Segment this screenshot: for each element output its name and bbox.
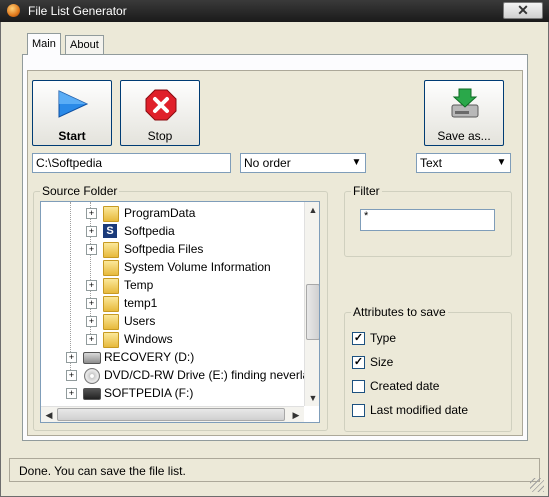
type-checkbox[interactable]: ✓	[352, 332, 365, 345]
scrollbar-thumb[interactable]	[57, 408, 285, 421]
save-disk-icon	[451, 88, 479, 118]
vertical-scrollbar[interactable]: ▲ ▼	[304, 202, 319, 406]
folder-icon	[103, 278, 119, 294]
filter-legend: Filter	[351, 184, 382, 198]
attribute-size-option[interactable]: ✓ Size	[352, 354, 502, 372]
app-icon	[7, 4, 20, 17]
window-title: File List Generator	[28, 4, 127, 18]
tree-item-softpedia-files[interactable]: + Softpedia Files	[41, 240, 304, 258]
expand-icon[interactable]: +	[66, 388, 77, 399]
tree-item-softpedia-drive[interactable]: + SOFTPEDIA (F:)	[41, 384, 304, 402]
tree-item-label: Softpedia	[124, 224, 175, 238]
tree-item-system-volume-information[interactable]: System Volume Information	[41, 258, 304, 276]
title-bar[interactable]: File List Generator ✕	[0, 0, 549, 22]
created-date-checkbox[interactable]	[352, 380, 365, 393]
tree-item-label: Windows	[124, 332, 173, 346]
tree-item-label: DVD/CD-RW Drive (E:) finding neverland	[104, 368, 304, 382]
tree-item-label: Softpedia Files	[124, 242, 204, 256]
scroll-down-icon[interactable]: ▼	[305, 390, 319, 406]
folder-icon	[103, 206, 119, 222]
stop-button[interactable]: Stop	[120, 80, 200, 146]
expand-icon[interactable]: +	[66, 352, 77, 363]
close-button[interactable]: ✕	[503, 2, 543, 19]
expand-icon[interactable]: +	[86, 298, 97, 309]
save-as-label: Save as...	[437, 129, 491, 143]
expand-icon[interactable]: +	[86, 244, 97, 255]
tree-item-recovery-drive[interactable]: + RECOVERY (D:)	[41, 348, 304, 366]
save-as-button[interactable]: Save as...	[424, 80, 504, 146]
scroll-left-icon[interactable]: ◀	[41, 407, 57, 422]
drive-icon	[83, 388, 101, 400]
scroll-up-icon[interactable]: ▲	[305, 202, 319, 218]
tree-item-softpedia[interactable]: + S Softpedia	[41, 222, 304, 240]
size-label: Size	[370, 355, 394, 369]
drive-icon	[83, 352, 101, 364]
tree-item-label: Users	[124, 314, 156, 328]
source-folder-legend: Source Folder	[40, 184, 120, 198]
created-date-label: Created date	[370, 379, 440, 393]
tree-item-windows[interactable]: + Windows	[41, 330, 304, 348]
resize-grip-icon[interactable]	[530, 478, 544, 492]
expand-icon[interactable]: +	[86, 226, 97, 237]
tree-item-temp[interactable]: + Temp	[41, 276, 304, 294]
folder-icon	[103, 260, 119, 276]
scroll-right-icon[interactable]: ▶	[288, 407, 304, 422]
order-select-value: No order	[244, 156, 291, 170]
expand-icon[interactable]: +	[86, 316, 97, 327]
status-bar: Done. You can save the file list.	[9, 458, 540, 482]
folder-icon	[103, 242, 119, 258]
start-label: Start	[58, 129, 86, 143]
tab-main[interactable]: Main	[27, 33, 61, 55]
stop-icon	[145, 89, 177, 121]
tree-item-label: Temp	[124, 278, 154, 292]
expand-icon[interactable]: +	[66, 370, 77, 381]
last-modified-label: Last modified date	[370, 403, 469, 417]
filter-input[interactable]: *	[360, 209, 495, 231]
attribute-last-modified-option[interactable]: Last modified date	[352, 402, 502, 420]
expand-icon[interactable]: +	[86, 334, 97, 345]
status-text: Done. You can save the file list.	[19, 464, 186, 478]
chevron-down-icon[interactable]: ▼	[493, 154, 510, 172]
type-label: Type	[370, 331, 397, 345]
attribute-created-date-option[interactable]: Created date	[352, 378, 502, 396]
scrollbar-thumb[interactable]	[306, 284, 319, 340]
tree-item-label: temp1	[124, 296, 158, 310]
format-select[interactable]: Text ▼	[416, 153, 511, 173]
expand-icon[interactable]: +	[86, 280, 97, 291]
size-checkbox[interactable]: ✓	[352, 356, 365, 369]
tree-item-programdata[interactable]: + ProgramData	[41, 204, 304, 222]
horizontal-scrollbar[interactable]: ◀ ▶	[41, 406, 304, 422]
tree-item-label: SOFTPEDIA (F:)	[104, 386, 194, 400]
expand-icon[interactable]: +	[86, 208, 97, 219]
chevron-down-icon[interactable]: ▼	[348, 154, 365, 172]
source-path-input[interactable]: C:\Softpedia	[32, 153, 231, 173]
tree-item-label: ProgramData	[124, 206, 196, 220]
tab-about[interactable]: About	[65, 35, 104, 55]
attributes-legend: Attributes to save	[351, 305, 448, 319]
folder-icon	[103, 332, 119, 348]
last-modified-checkbox[interactable]	[352, 404, 365, 417]
order-select[interactable]: No order ▼	[240, 153, 366, 173]
tree-item-temp1[interactable]: + temp1	[41, 294, 304, 312]
tree-item-label: RECOVERY (D:)	[104, 350, 195, 364]
attribute-type-option[interactable]: ✓ Type	[352, 330, 502, 348]
tree-item-users[interactable]: + Users	[41, 312, 304, 330]
softpedia-icon: S	[103, 224, 117, 238]
folder-icon	[103, 296, 119, 312]
tree-item-label: System Volume Information	[124, 260, 271, 274]
play-icon	[58, 90, 89, 118]
folder-icon	[103, 314, 119, 330]
stop-label: Stop	[147, 129, 173, 143]
format-select-value: Text	[420, 156, 443, 170]
tree-item-dvd-drive[interactable]: + DVD/CD-RW Drive (E:) finding neverland	[41, 366, 304, 384]
folder-tree[interactable]: + ProgramData + S Softpedia + Softpedia …	[40, 201, 320, 423]
cd-icon	[84, 368, 100, 384]
start-button[interactable]: Start	[32, 80, 112, 146]
